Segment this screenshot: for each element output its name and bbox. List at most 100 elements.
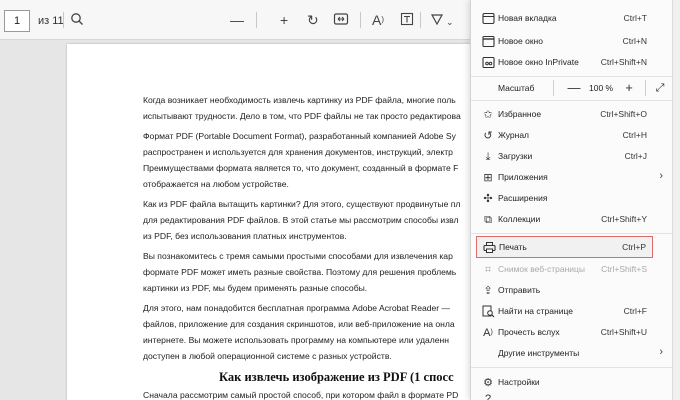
favorites-icon: ✩ <box>483 109 493 121</box>
pdf-page: Когда возникает необходимость извлечь ка… <box>67 44 487 400</box>
search-icon[interactable] <box>70 12 84 29</box>
menu-item-label: Найти на странице <box>498 306 573 316</box>
menu-item-partial: ? <box>471 392 673 400</box>
new-tab-icon <box>481 12 495 26</box>
zoom-in-button[interactable]: + <box>616 78 642 98</box>
menu-item-print[interactable]: Печать Ctrl+P <box>476 236 653 258</box>
menu-item-shortcut: Ctrl+J <box>624 151 647 161</box>
menu-item-shortcut: Ctrl+F <box>623 306 647 316</box>
menu-item-label: Печать <box>499 242 527 252</box>
menu-item-label: Другие инструменты <box>498 348 580 358</box>
doc-line: из PDF, без использования платных инстру… <box>143 231 347 241</box>
menu-divider <box>471 100 673 101</box>
menu-item-label: Новое окно InPrivate <box>498 57 579 67</box>
chevron-right-icon: › <box>659 170 663 182</box>
doc-line: Преимуществами формата является то, что … <box>143 163 459 173</box>
doc-line: Сначала рассмотрим самый простой способ,… <box>143 390 459 400</box>
page-number-input[interactable]: 1 <box>4 10 30 32</box>
menu-item-apps[interactable]: ⊞ Приложения › <box>471 167 673 189</box>
menu-item-downloads[interactable]: ⤓ Загрузки Ctrl+J <box>471 146 673 168</box>
menu-item-label: Приложения <box>498 172 548 182</box>
menu-item-label: Избранное <box>498 109 542 119</box>
menu-item-new-window[interactable]: Новое окно Ctrl+N <box>471 31 673 53</box>
doc-line: Когда возникает необходимость извлечь ка… <box>143 95 456 105</box>
doc-line: доступен в любой операционной системе с … <box>143 351 392 361</box>
menu-item-new-tab[interactable]: Новая вкладка Ctrl+T <box>471 8 673 30</box>
menu-item-shortcut: Ctrl+Shift+S <box>601 264 647 274</box>
zoom-in-icon[interactable]: + <box>280 12 288 28</box>
menu-item-extensions[interactable]: ✣ Расширения <box>471 188 673 210</box>
toolbar-divider <box>63 12 64 28</box>
toolbar-divider <box>360 12 361 28</box>
zoom-value: 100 % <box>589 83 614 93</box>
inprivate-icon <box>481 56 495 70</box>
doc-line: интернете. Вы можете использовать програ… <box>143 335 450 345</box>
rotate-icon[interactable]: ↻ <box>307 12 319 28</box>
print-icon <box>482 241 496 255</box>
menu-item-shortcut: Ctrl+T <box>623 13 647 23</box>
browser-menu: Новая вкладка Ctrl+T Новое окно Ctrl+N Н… <box>470 0 673 400</box>
doc-line: Формат PDF (Portable Document Format), р… <box>143 131 456 141</box>
doc-line: Как из PDF файла вытащить картинки? Для … <box>143 199 461 209</box>
new-window-icon <box>481 35 495 49</box>
download-icon: ⤓ <box>485 151 491 163</box>
gear-icon: ⚙ <box>483 377 493 389</box>
menu-item-shortcut: Ctrl+Shift+U <box>600 327 647 337</box>
menu-item-label: Коллекции <box>498 214 541 224</box>
doc-heading: Как извлечь изображение из PDF (1 спосс <box>219 370 454 384</box>
zoom-out-icon[interactable]: — <box>230 12 244 28</box>
doc-line: отображается на любом устройстве. <box>143 179 289 189</box>
menu-item-web-capture: ⌗ Снимок веб-страницы Ctrl+Shift+S <box>471 259 673 281</box>
menu-item-more-tools[interactable]: Другие инструменты › <box>471 343 673 365</box>
menu-item-shortcut: Ctrl+N <box>622 36 647 46</box>
menu-item-label: Новое окно <box>498 36 543 46</box>
zoom-divider <box>645 80 646 96</box>
doc-line: Для этого, нам понадобится бесплатная пр… <box>143 303 451 313</box>
doc-line: формате PDF может иметь разные свойства.… <box>143 267 457 277</box>
doc-line: для редактирования PDF файлов. В этой ст… <box>143 215 459 225</box>
menu-item-shortcut: Ctrl+H <box>622 130 647 140</box>
menu-item-label: Прочесть вслух <box>498 327 560 337</box>
apps-icon: ⊞ <box>483 172 493 184</box>
chevron-down-icon[interactable]: ⌄ <box>446 14 454 30</box>
menu-item-shortcut: Ctrl+Shift+Y <box>601 214 647 224</box>
zoom-label: Масштаб <box>498 83 535 93</box>
menu-item-label: Новая вкладка <box>498 13 557 23</box>
collections-icon: ⧉ <box>484 214 492 226</box>
help-icon: ? <box>484 393 492 400</box>
fullscreen-icon[interactable]: ⤢ <box>647 78 673 98</box>
toolbar-divider <box>420 12 421 28</box>
menu-item-label: Снимок веб-страницы <box>498 264 586 274</box>
share-icon: ⇪ <box>483 285 493 297</box>
menu-item-share[interactable]: ⇪ Отправить <box>471 280 673 302</box>
find-icon <box>481 305 495 319</box>
menu-item-find[interactable]: Найти на странице Ctrl+F <box>471 301 673 323</box>
window-edge-scrollbar[interactable] <box>672 0 680 400</box>
doc-line: испытывают трудности. Дело в том, что PD… <box>143 111 461 121</box>
menu-item-label: Расширения <box>498 193 548 203</box>
menu-divider <box>471 367 673 368</box>
text-icon[interactable] <box>400 12 414 29</box>
draw-icon[interactable] <box>430 12 444 29</box>
doc-line: распространен и используется для хранени… <box>143 147 453 157</box>
history-icon: ↺ <box>483 130 493 142</box>
doc-line: картинки из PDF, мы будем применять разн… <box>143 283 368 293</box>
menu-divider <box>471 233 673 234</box>
menu-item-favorites[interactable]: ✩ Избранное Ctrl+Shift+O <box>471 104 673 126</box>
read-aloud-icon: A) <box>483 327 493 339</box>
fit-page-icon[interactable] <box>333 12 349 29</box>
menu-item-settings[interactable]: ⚙ Настройки <box>471 372 673 394</box>
read-aloud-icon[interactable]: A) <box>372 12 384 28</box>
menu-item-read-aloud[interactable]: A) Прочесть вслух Ctrl+Shift+U <box>471 322 673 344</box>
menu-item-shortcut: Ctrl+Shift+O <box>600 109 647 119</box>
menu-item-collections[interactable]: ⧉ Коллекции Ctrl+Shift+Y <box>471 209 673 231</box>
menu-item-shortcut: Ctrl+Shift+N <box>600 57 647 67</box>
zoom-out-button[interactable]: — <box>561 78 587 98</box>
menu-item-new-inprivate[interactable]: Новое окно InPrivate Ctrl+Shift+N <box>471 52 673 74</box>
toolbar-divider <box>256 12 257 28</box>
menu-item-history[interactable]: ↺ Журнал Ctrl+H <box>471 125 673 147</box>
menu-divider <box>471 76 673 77</box>
page-total: из 11 <box>38 15 64 27</box>
doc-line: Вы познакомитесь с тремя самыми простыми… <box>143 251 453 261</box>
menu-item-label: Загрузки <box>498 151 533 161</box>
